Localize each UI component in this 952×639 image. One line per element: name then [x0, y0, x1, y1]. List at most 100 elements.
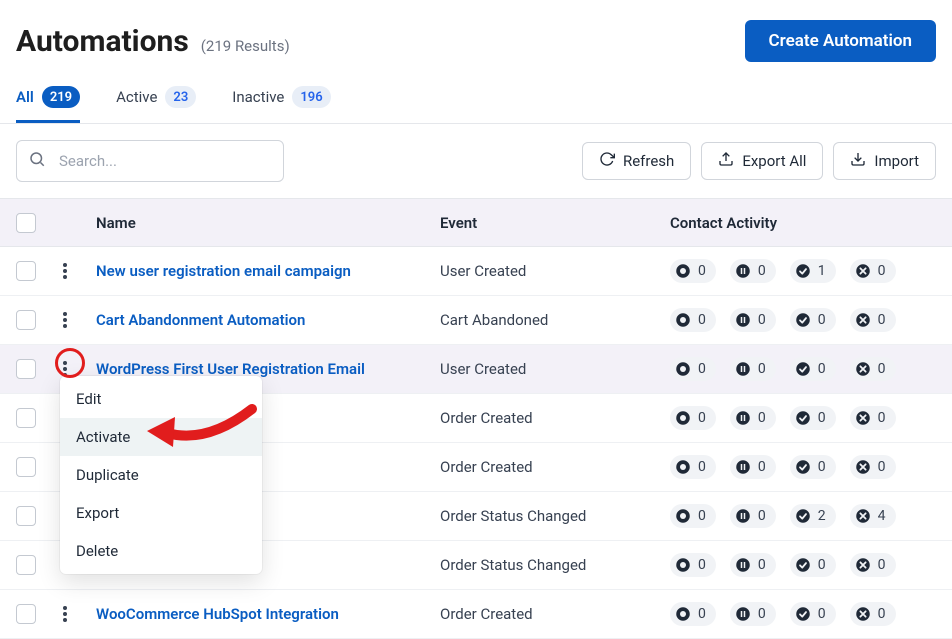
row-checkbox[interactable]: [16, 359, 36, 379]
menu-activate[interactable]: Activate: [60, 418, 262, 456]
search-box: [16, 140, 284, 182]
row-name-link[interactable]: Cart Abandonment Automation: [90, 311, 440, 329]
results-count: (219 Results): [201, 37, 290, 55]
create-automation-button[interactable]: Create Automation: [745, 20, 936, 62]
activity-paused-icon: [734, 458, 752, 476]
activity-paused-icon: [734, 507, 752, 525]
tab-label: Active: [116, 88, 157, 106]
activity-paused-icon: [734, 311, 752, 329]
activity-done-icon: [794, 409, 812, 427]
activity-pill: 0: [730, 308, 776, 332]
tabs: All 219 Active 23 Inactive 196: [0, 66, 952, 124]
row-activity: 0 0 0 0: [670, 308, 952, 332]
row-activity: 0000: [670, 357, 952, 381]
activity-pill: 0: [730, 357, 776, 381]
activity-pill: 0: [670, 308, 716, 332]
activity-count: 0: [758, 361, 766, 377]
activity-pill: 0: [670, 553, 716, 577]
activity-open-icon: [674, 262, 692, 280]
activity-count: 0: [698, 263, 706, 279]
activity-open-icon: [674, 507, 692, 525]
activity-pill: 0: [850, 455, 896, 479]
activity-count: 0: [698, 312, 706, 328]
row-checkbox[interactable]: [16, 555, 36, 575]
row-event: User Created: [440, 360, 670, 378]
activity-paused-icon: [734, 360, 752, 378]
page-title: Automations: [16, 24, 189, 59]
row-event: Order Created: [440, 605, 670, 623]
table-row: New user registration email campaignUser…: [0, 247, 952, 296]
activity-count: 0: [818, 606, 826, 622]
select-all-checkbox[interactable]: [16, 213, 36, 233]
activity-pill: 0: [670, 357, 716, 381]
tab-badge: 196: [292, 86, 330, 108]
menu-edit[interactable]: Edit: [60, 380, 262, 418]
activity-count: 0: [698, 459, 706, 475]
activity-count: 0: [878, 606, 886, 622]
export-all-button[interactable]: Export All: [701, 142, 823, 180]
row-more-button[interactable]: [54, 600, 76, 628]
table-header: Name Event Contact Activity: [0, 199, 952, 247]
menu-delete[interactable]: Delete: [60, 532, 262, 570]
activity-count: 0: [878, 312, 886, 328]
activity-count: 4: [878, 508, 886, 524]
refresh-button[interactable]: Refresh: [582, 142, 691, 180]
activity-count: 0: [758, 606, 766, 622]
menu-duplicate[interactable]: Duplicate: [60, 456, 262, 494]
activity-pill: 1: [790, 259, 836, 283]
tab-label: Inactive: [232, 88, 284, 106]
row-activity: 0024: [670, 504, 952, 528]
row-name-link[interactable]: New user registration email campaign: [90, 262, 440, 280]
menu-export[interactable]: Export: [60, 494, 262, 532]
activity-open-icon: [674, 409, 692, 427]
activity-pill: 0: [730, 406, 776, 430]
search-icon: [28, 150, 46, 172]
activity-done-icon: [794, 311, 812, 329]
activity-done-icon: [794, 556, 812, 574]
row-event: Order Created: [440, 409, 670, 427]
row-checkbox[interactable]: [16, 457, 36, 477]
export-icon: [718, 151, 734, 171]
activity-done-icon: [794, 507, 812, 525]
activity-count: 0: [818, 312, 826, 328]
activity-pill: 0: [850, 259, 896, 283]
row-checkbox[interactable]: [16, 310, 36, 330]
activity-pill: 0: [730, 259, 776, 283]
activity-failed-icon: [854, 507, 872, 525]
activity-done-icon: [794, 605, 812, 623]
activity-count: 0: [698, 606, 706, 622]
activity-pill: 0: [790, 553, 836, 577]
activity-count: 0: [698, 361, 706, 377]
activity-count: 0: [818, 410, 826, 426]
activity-count: 0: [758, 459, 766, 475]
import-button[interactable]: Import: [833, 142, 936, 180]
refresh-label: Refresh: [623, 152, 674, 170]
activity-paused-icon: [734, 605, 752, 623]
tab-label: All: [16, 88, 34, 106]
activity-count: 0: [758, 312, 766, 328]
row-event: User Created: [440, 262, 670, 280]
row-checkbox[interactable]: [16, 261, 36, 281]
activity-count: 0: [878, 459, 886, 475]
row-more-button[interactable]: [54, 306, 76, 334]
tab-all[interactable]: All 219: [16, 86, 80, 123]
activity-pill: 0: [790, 406, 836, 430]
activity-pill: 0: [850, 553, 896, 577]
activity-pill: 0: [670, 455, 716, 479]
row-checkbox[interactable]: [16, 408, 36, 428]
tab-inactive[interactable]: Inactive 196: [232, 86, 330, 123]
activity-count: 0: [698, 410, 706, 426]
activity-failed-icon: [854, 556, 872, 574]
activity-pill: 0: [730, 553, 776, 577]
tab-active[interactable]: Active 23: [116, 86, 196, 123]
activity-pill: 0: [850, 308, 896, 332]
row-checkbox[interactable]: [16, 506, 36, 526]
activity-done-icon: [794, 262, 812, 280]
activity-count: 0: [758, 410, 766, 426]
row-checkbox[interactable]: [16, 604, 36, 624]
table-row: Cart Abandonment AutomationCart Abandone…: [0, 296, 952, 345]
refresh-icon: [599, 151, 615, 171]
row-name-link[interactable]: WooCommerce HubSpot Integration: [90, 605, 440, 623]
search-input[interactable]: [16, 140, 284, 182]
row-more-button[interactable]: [54, 257, 76, 285]
